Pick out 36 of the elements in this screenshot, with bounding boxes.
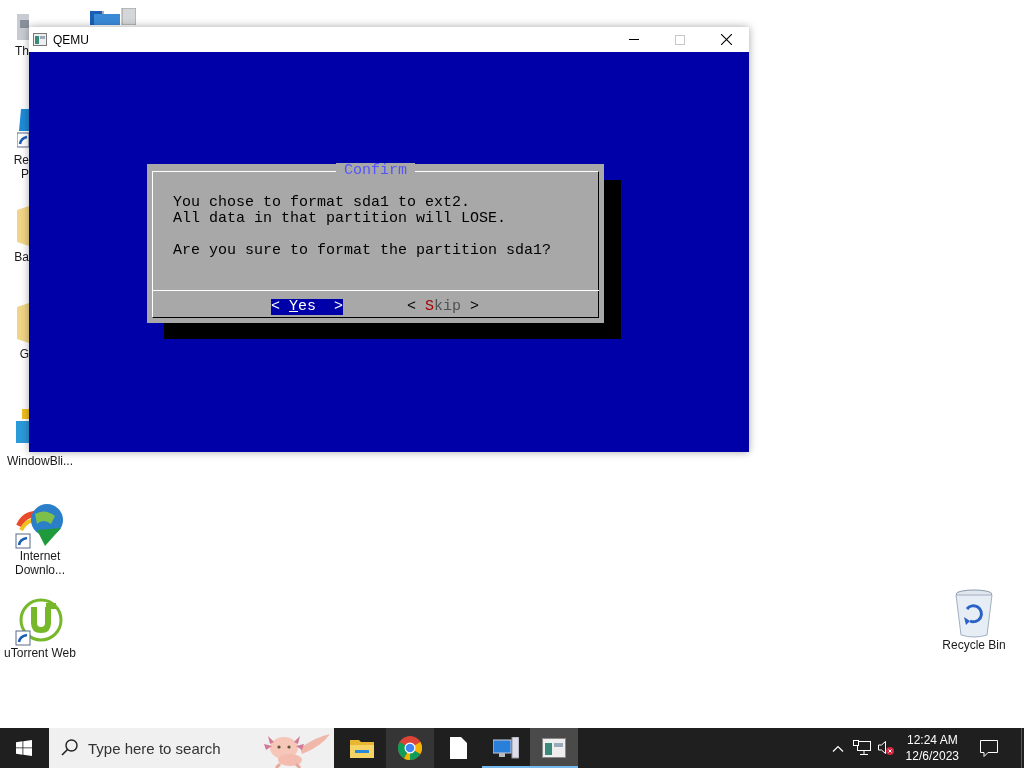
dialog-button[interactable]: < Yes > <box>271 299 343 315</box>
windows-logo-icon <box>16 740 32 756</box>
clock[interactable]: 12:24 AM 12/6/2023 <box>897 728 967 768</box>
icon-label[interactable]: WindowBli... <box>7 454 73 468</box>
computer-icon <box>90 8 136 25</box>
icon-label[interactable]: Th <box>15 44 29 58</box>
window-title: QEMU <box>53 32 90 47</box>
icon-label[interactable]: Recycle Bin <box>942 638 1006 652</box>
icon-label[interactable]: Downlo... <box>15 563 65 577</box>
app-window-icon <box>33 33 47 46</box>
close-icon <box>720 34 732 45</box>
app-window-icon <box>542 738 566 758</box>
taskbar-app-button[interactable] <box>386 728 434 768</box>
minimize-icon <box>629 39 639 40</box>
recycle-bin-icon <box>954 589 994 639</box>
torrent-icon <box>15 597 65 647</box>
dialog-button[interactable]: < Skip > <box>407 299 479 315</box>
blinds-icon <box>16 407 29 443</box>
computer-icon <box>493 737 519 759</box>
search-icon <box>61 739 78 756</box>
browser-icon <box>398 736 422 760</box>
icon-label[interactable]: G <box>19 347 29 361</box>
folder-icon <box>350 738 374 758</box>
icon-label[interactable]: Ba <box>14 250 29 264</box>
message-text: Are you sure to format the partition sda1? <box>173 243 553 259</box>
message-text: All data in that partition will LOSE. <box>173 211 508 227</box>
icon-label[interactable]: P <box>21 167 29 181</box>
taskbar-app-button[interactable] <box>530 728 578 768</box>
icon-label[interactable]: Internet <box>19 549 61 563</box>
message-icon <box>980 739 998 757</box>
shortcut-icon <box>17 109 29 149</box>
icon-label[interactable]: uTorrent Web <box>4 646 76 660</box>
maximize-icon <box>675 34 685 45</box>
document-icon <box>449 737 467 759</box>
icon-label[interactable]: Re <box>13 153 29 167</box>
message-text: You chose to format sda1 to ext2. <box>173 195 472 211</box>
